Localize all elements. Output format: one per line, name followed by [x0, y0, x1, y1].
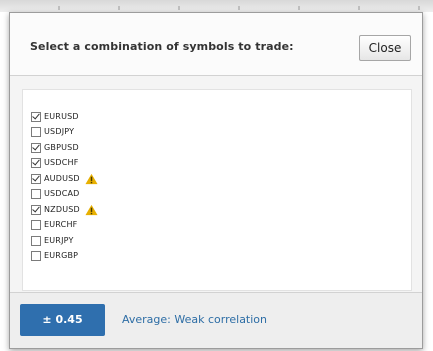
background-ruler [0, 6, 433, 10]
symbol-checkbox[interactable] [31, 173, 41, 184]
symbol-checkbox[interactable] [31, 142, 41, 153]
symbol-item-usdchf[interactable]: USDCHF [31, 157, 79, 170]
symbol-item-eurusd[interactable]: EURUSD [31, 110, 79, 123]
dialog-prompt: Select a combination of symbols to trade… [30, 40, 294, 53]
close-button[interactable]: Close [359, 35, 411, 61]
symbol-label: USDCAD [44, 189, 80, 198]
symbol-item-usdcad[interactable]: USDCAD [31, 188, 80, 201]
symbol-item-eurgbp[interactable]: EURGBP [31, 250, 78, 263]
correlation-description: Average: Weak correlation [122, 313, 268, 326]
symbol-label: AUDUSD [44, 173, 80, 183]
warning-triangle-icon [85, 204, 98, 215]
symbol-item-audusd[interactable]: AUDUSD [31, 172, 98, 185]
symbol-item-gbpusd[interactable]: GBPUSD [31, 141, 79, 154]
symbol-label: EURGBP [44, 251, 79, 260]
symbol-checkbox[interactable] [31, 220, 41, 230]
symbol-label: EURCHF [44, 220, 78, 229]
symbol-checkbox[interactable] [31, 204, 41, 215]
symbol-item-eurjpy[interactable]: EURJPY [31, 234, 74, 247]
symbol-checkbox[interactable] [31, 111, 41, 122]
symbol-list: EURUSD USDJPY GBPUSD USDCHF AUDUSD USDCAD NZDU… [22, 89, 412, 291]
symbol-item-usdjpy[interactable]: USDJPY [31, 126, 74, 139]
symbol-label: EURJPY [44, 235, 74, 245]
symbol-label: EURUSD [44, 111, 79, 121]
symbol-item-nzdusd[interactable]: NZDUSD [31, 203, 98, 216]
symbol-checkbox[interactable] [31, 235, 41, 246]
correlation-value-badge: ± 0.45 [20, 304, 105, 336]
symbol-label: GBPUSD [44, 142, 79, 152]
symbol-label: USDCHF [44, 158, 79, 167]
symbol-label: NZDUSD [44, 204, 80, 214]
warning-triangle-icon [85, 173, 98, 184]
symbol-label: USDJPY [44, 127, 75, 136]
dialog-header: Select a combination of symbols to trade… [10, 13, 422, 76]
symbol-checkbox[interactable] [31, 127, 41, 137]
symbol-checkbox[interactable] [31, 189, 41, 199]
symbol-checkbox[interactable] [31, 158, 41, 168]
background-toolbar-strip [0, 0, 433, 12]
dialog-footer: ± 0.45 Average: Weak correlation [10, 292, 422, 348]
symbol-combination-dialog: Select a combination of symbols to trade… [9, 12, 423, 349]
symbol-item-eurchf[interactable]: EURCHF [31, 219, 77, 232]
symbol-checkbox[interactable] [31, 251, 41, 261]
